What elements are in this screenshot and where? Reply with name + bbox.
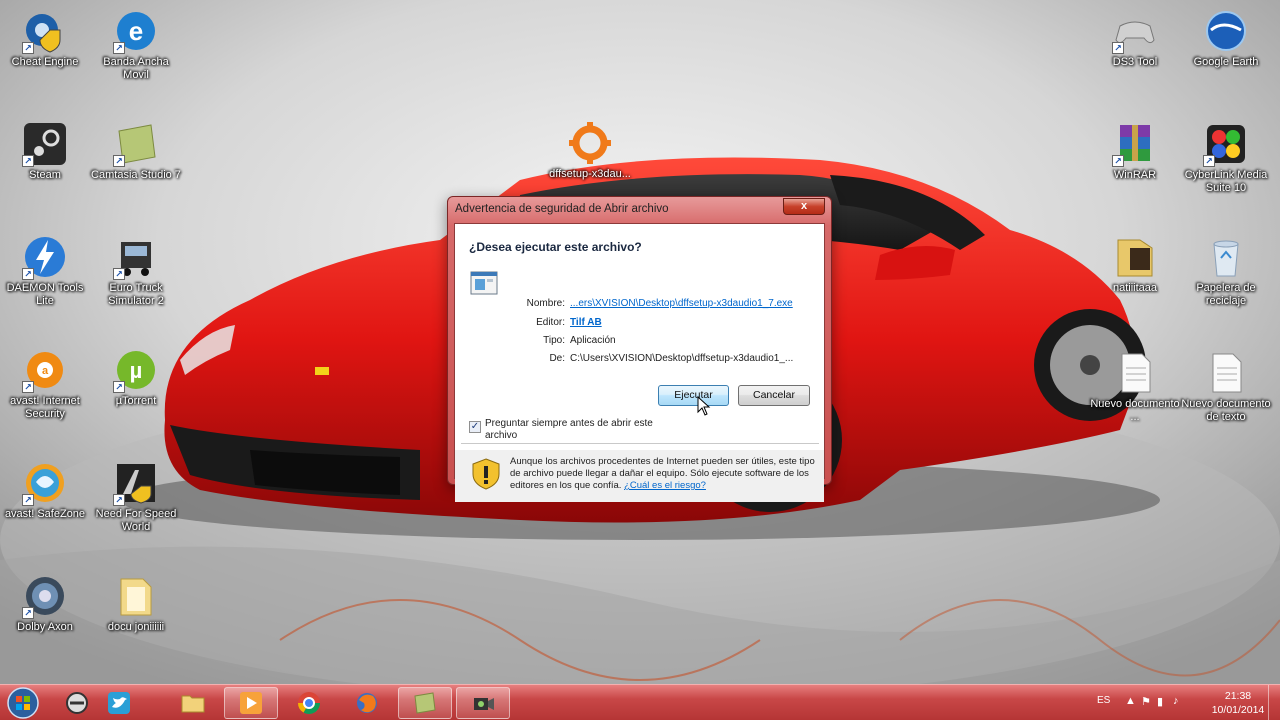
camera-icon (474, 698, 494, 710)
desktop-icon-daemon-tools[interactable]: ↗ DAEMON Tools Lite (0, 234, 90, 308)
taskbar-camtasia-button[interactable] (398, 687, 452, 719)
cancel-button[interactable]: Cancelar (738, 385, 810, 406)
field-from-key: De: (549, 353, 565, 364)
steam-icon: ↗ (22, 121, 68, 167)
folder-icon (113, 573, 159, 619)
chrome-icon (298, 692, 320, 714)
taskbar: ES ▲ ⚑ ▮ ♪ 21:38 10/01/2014 (0, 684, 1280, 720)
taskbar-explorer-button[interactable] (166, 687, 220, 719)
desktop-icon-folder-docu[interactable]: docu joniiiiii (91, 573, 181, 634)
desktop-icon-camtasia[interactable]: ↗ Camtasia Studio 7 (91, 121, 181, 182)
cyberlink-icon: ↗ (1203, 121, 1249, 167)
security-warning-dialog: Advertencia de seguridad de Abrir archiv… (447, 196, 832, 502)
desktop-icon-ds3-tool[interactable]: ↗ DS3 Tool (1090, 8, 1180, 69)
application-file-icon (470, 271, 498, 295)
dialog-body: ¿Desea ejecutar este archivo? Nombre: ..… (454, 223, 825, 502)
desktop-icon-winrar[interactable]: ↗ WinRAR (1090, 121, 1180, 182)
field-name-value[interactable]: ...ers\XVISION\Desktop\dffsetup-x3daudio… (570, 298, 793, 309)
camtasia-icon (414, 692, 436, 714)
nfs-icon: ↗ (113, 460, 159, 506)
utorrent-icon: µ ↗ (113, 347, 159, 393)
gear-shield-icon: ↗ (22, 8, 68, 54)
always-ask-checkbox[interactable]: ✓ (469, 421, 481, 433)
field-type-key: Tipo: (543, 335, 565, 346)
desktop-icon-utorrent[interactable]: µ ↗ µTorrent (91, 347, 181, 408)
desktop-icon-nuevo-documento-1[interactable]: Nuevo documento ... (1090, 350, 1180, 424)
image-icon (1112, 234, 1158, 280)
recycle-bin-icon (1203, 234, 1249, 280)
field-editor-key: Editor: (536, 317, 565, 328)
field-from-value: C:\Users\XVISION\Desktop\dffsetup-x3daud… (570, 353, 794, 364)
volume-icon[interactable]: ♪ (1173, 695, 1179, 707)
field-editor-value[interactable]: Tilf AB (570, 317, 602, 328)
media-player-icon (240, 692, 262, 714)
desktop-icon-banda-ancha[interactable]: e ↗ Banda Ancha Movil (91, 8, 181, 82)
desktop-icon-euro-truck[interactable]: ↗ Euro Truck Simulator 2 (91, 234, 181, 308)
gamepad-icon: ↗ (1112, 8, 1158, 54)
desktop-icon-avast[interactable]: a ↗ avast! Internet Security (0, 347, 90, 421)
field-name-key: Nombre: (526, 298, 565, 309)
taskbar-chrome-button[interactable] (282, 687, 336, 719)
desktop-icon-cheat-engine[interactable]: ↗ Cheat Engine (0, 8, 90, 69)
desktop-icon-recycle-bin[interactable]: Papelera de reciclaje (1181, 234, 1271, 308)
winrar-icon: ↗ (1112, 121, 1158, 167)
desktop-icon-cyberlink[interactable]: ↗ CyberLink Media Suite 10 (1181, 121, 1271, 195)
safezone-icon: ↗ (22, 460, 68, 506)
taskbar-camera-button[interactable] (456, 687, 510, 719)
folder-icon (181, 695, 205, 713)
language-indicator[interactable]: ES (1097, 695, 1110, 706)
warning-text: Aunque los archivos procedentes de Inter… (510, 456, 816, 492)
avast-icon: a ↗ (22, 347, 68, 393)
field-type-value: Aplicación (570, 335, 616, 346)
svg-text:e: e (129, 16, 143, 46)
taskbar-twitter-button[interactable] (92, 687, 146, 719)
desktop-icon-google-earth[interactable]: Google Earth (1181, 8, 1271, 69)
dialog-question: ¿Desea ejecutar este archivo? (469, 240, 642, 254)
warning-shield-icon (472, 458, 500, 490)
clock-time: 21:38 (1224, 690, 1252, 702)
desktop-icon-nfs-world[interactable]: ↗ Need For Speed World (91, 460, 181, 534)
dialog-title: Advertencia de seguridad de Abrir archiv… (455, 203, 669, 215)
desktop-icon-avast-safezone[interactable]: ↗ avast! SafeZone (0, 460, 90, 521)
start-button[interactable] (6, 686, 40, 720)
taskbar-media-player-button[interactable] (224, 687, 278, 719)
warning-area: Aunque los archivos procedentes de Inter… (455, 450, 824, 502)
desktop-icon-steam[interactable]: ↗ Steam (0, 121, 90, 182)
dialog-titlebar[interactable]: Advertencia de seguridad de Abrir archiv… (448, 197, 831, 221)
close-button[interactable]: x (783, 198, 825, 215)
earth-icon (1203, 8, 1249, 54)
orange-gear-icon (567, 120, 613, 166)
twitter-icon (108, 692, 130, 714)
camtasia-icon: ↗ (113, 121, 159, 167)
desktop-icon-natiiitaaa[interactable]: natiiitaaa (1090, 234, 1180, 295)
truck-icon: ↗ (113, 234, 159, 280)
risk-link[interactable]: ¿Cuál es el riesgo? (624, 480, 706, 491)
always-ask-label: Preguntar siempre antes de abrir este ar… (485, 418, 653, 441)
svg-text:µ: µ (130, 358, 143, 383)
firefox-icon (357, 693, 377, 713)
lightning-icon: ↗ (22, 234, 68, 280)
taskbar-firefox-button[interactable] (340, 687, 394, 719)
clock-date: 10/01/2014 (1211, 704, 1265, 716)
antivirus-icon (66, 692, 88, 714)
network-icon[interactable]: ▮ (1157, 695, 1163, 708)
svg-text:a: a (42, 365, 49, 377)
document-icon (1112, 350, 1158, 396)
dialog-separator (461, 443, 819, 444)
show-desktop-button[interactable] (1268, 685, 1280, 720)
desktop-icon-dffsetup[interactable]: dffsetup-x3dau... (545, 120, 635, 181)
document-icon (1203, 350, 1249, 396)
globe-e-icon: e ↗ (113, 8, 159, 54)
clock[interactable]: 21:38 10/01/2014 (1205, 689, 1271, 717)
dolby-icon: ↗ (22, 573, 68, 619)
desktop-icon-nuevo-documento-2[interactable]: Nuevo documento de texto (1181, 350, 1271, 424)
desktop-icon-dolby-axon[interactable]: ↗ Dolby Axon (0, 573, 90, 634)
run-button[interactable]: Ejecutar (658, 385, 729, 406)
action-center-icon[interactable]: ⚑ (1141, 695, 1151, 708)
show-hidden-icons-icon[interactable]: ▲ (1125, 695, 1136, 707)
mouse-cursor-icon (697, 396, 711, 416)
